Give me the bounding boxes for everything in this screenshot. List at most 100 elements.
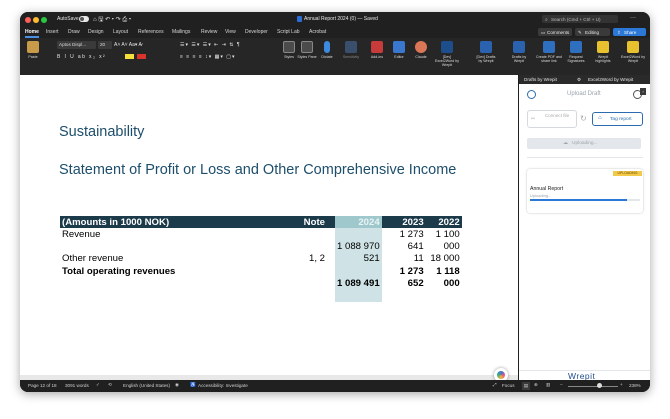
macro-record-icon[interactable]: ◉ xyxy=(175,382,179,388)
editing-button[interactable]: ✎ Editing xyxy=(575,28,610,36)
dev-excel2word-button[interactable]: [Dev] Excel2Word by Wrepit xyxy=(434,41,460,73)
page-count[interactable]: Page 12 of 18 xyxy=(28,383,57,388)
print-layout-view-icon[interactable]: ▤ xyxy=(522,382,530,390)
row-2023: 11 xyxy=(413,253,424,265)
collapse-pane-button[interactable]: › xyxy=(640,88,646,95)
cloud-upload-icon: ☁ xyxy=(563,141,568,146)
editor-button[interactable]: Editor xyxy=(389,41,409,73)
row-note xyxy=(276,265,335,277)
language-indicator[interactable]: English (United States) xyxy=(123,383,170,388)
tab-draw[interactable]: Draw xyxy=(68,29,80,35)
tab-developer[interactable]: Developer xyxy=(245,29,268,35)
read-mode-view-icon[interactable]: ▥ xyxy=(546,382,550,388)
font-size-select[interactable]: 20 xyxy=(98,41,112,49)
taskpane-tabbar: Drafts by Wrepit ⚙ Excel2Word by Wrepit xyxy=(519,75,650,84)
drafts-taskpane: Drafts by Wrepit ⚙ Excel2Word by Wrepit … xyxy=(519,75,650,381)
settings-icon[interactable]: ⚙ xyxy=(577,77,581,83)
uploading-button[interactable]: ☁ Uploading... xyxy=(527,138,641,149)
sensitivity-button[interactable]: Sensitivity xyxy=(338,41,364,73)
refresh-icon[interactable]: ↻ xyxy=(580,114,587,123)
word-count[interactable]: 3091 words xyxy=(65,383,89,388)
web-layout-view-icon[interactable]: ⊕ xyxy=(534,382,538,388)
styles-pane-label: Styles Pane xyxy=(297,55,317,59)
row-label: Revenue xyxy=(62,228,101,240)
paste-button[interactable]: Paste xyxy=(23,41,43,73)
toggle-knob xyxy=(80,17,84,21)
focus-button[interactable]: Focus xyxy=(502,383,515,388)
list-buttons[interactable]: ☰▾ ☰▾ ☰▾ ⇤ ⇥ ⇅ ¶ xyxy=(180,42,241,48)
create-pdf-button[interactable]: Create PDF and share link xyxy=(536,41,562,73)
request-signatures-button[interactable]: Request Signatures xyxy=(564,41,588,73)
track-changes-icon[interactable]: ⟲ xyxy=(108,382,112,388)
progress-fill xyxy=(530,199,627,201)
document-page[interactable]: Sustainability Statement of Profit or Lo… xyxy=(20,75,518,382)
tab-view[interactable]: View xyxy=(225,29,236,35)
wrepit-highlights-button[interactable]: Wrepit highlights xyxy=(592,41,614,73)
zoom-window-button[interactable] xyxy=(41,17,47,23)
claude-button[interactable]: Claude xyxy=(411,41,431,73)
comments-button[interactable]: ▭ Comments xyxy=(538,28,572,36)
font-color-icon[interactable] xyxy=(137,54,146,59)
drafts-button[interactable]: Drafts by Wrepit xyxy=(508,41,530,73)
more-icon[interactable]: ··· xyxy=(630,15,636,21)
autosave-toggle[interactable] xyxy=(79,16,89,22)
pencil-icon: ✎ xyxy=(578,29,582,35)
table-row-spacer xyxy=(60,289,462,303)
excel2word-button[interactable]: Excel2Word by Wrepit xyxy=(620,41,646,73)
connect-file-button[interactable]: ⚯ Connect file xyxy=(527,110,577,128)
zoom-in-button[interactable]: + xyxy=(620,382,623,387)
zoom-slider-track[interactable] xyxy=(568,385,618,387)
highlight-color-icon[interactable] xyxy=(125,54,134,59)
close-window-button[interactable] xyxy=(25,17,31,23)
accessibility-status[interactable]: Accessibility: Investigate xyxy=(198,383,248,388)
tab-review[interactable]: Review xyxy=(201,29,217,35)
link-icon: ⚯ xyxy=(531,116,535,121)
quick-access-icons[interactable]: ⌂ 🖫 ↶ ▾ ↷ ⎙ ▾ xyxy=(93,15,131,25)
tab-acrobat[interactable]: Acrobat xyxy=(309,29,326,35)
row-2024: 1 088 970 xyxy=(335,240,382,253)
row-2024: 521 xyxy=(335,252,382,266)
word-window: AutoSave ⌂ 🖫 ↶ ▾ ↷ ⎙ ▾ Annual Report 202… xyxy=(20,12,650,392)
dev-drafts-button[interactable]: [Dev] Drafts by Wrepit xyxy=(475,41,497,73)
tag-icon: ⌂ xyxy=(598,115,602,121)
styles-button[interactable]: Styles xyxy=(279,41,299,73)
drafts-label: Drafts by Wrepit xyxy=(511,55,527,63)
dictate-button[interactable]: Dictate xyxy=(317,41,337,73)
add-ins-button[interactable]: Add-ins xyxy=(367,41,387,73)
table-header-row: (Amounts in 1000 NOK) Note 2024 2023 202… xyxy=(60,216,462,228)
share-button[interactable]: ⇪ Share xyxy=(613,28,646,36)
proofing-icon[interactable]: ✓ xyxy=(96,382,100,388)
tab-references[interactable]: References xyxy=(138,29,164,35)
font-size-grow-shrink-icons[interactable]: A˄ A˅ Aa▾ A̷ xyxy=(114,42,142,48)
tab-insert[interactable]: Insert xyxy=(46,29,59,35)
clipboard-icon xyxy=(27,41,39,53)
taskpane-tab-drafts[interactable]: Drafts by Wrepit xyxy=(524,77,557,82)
heading-sustainability: Sustainability xyxy=(59,124,145,140)
font-format-buttons[interactable]: B I U ab x₂ x² xyxy=(57,54,106,60)
spacer-cell xyxy=(382,290,426,302)
taskpane-tab-excel2word[interactable]: Excel2Word by Wrepit xyxy=(588,77,633,82)
report-card[interactable]: UPLOADING Annual Report Uploading... xyxy=(527,169,643,213)
tab-script-lab[interactable]: Script Lab xyxy=(277,29,300,35)
styles-pane-button[interactable]: Styles Pane xyxy=(297,41,317,73)
zoom-out-button[interactable]: − xyxy=(560,382,563,387)
tab-home[interactable]: Home xyxy=(25,29,39,35)
tag-report-button[interactable]: ⌂ Tag report xyxy=(592,112,643,126)
zoom-slider-knob[interactable] xyxy=(597,383,602,388)
spacer-cell xyxy=(426,290,462,302)
tab-mailings[interactable]: Mailings xyxy=(172,29,190,35)
status-badge: UPLOADING xyxy=(613,171,642,176)
wrepit-w-icon xyxy=(441,41,453,53)
row-2024 xyxy=(335,228,382,241)
zoom-level[interactable]: 238% xyxy=(629,383,641,388)
font-name-select[interactable]: Aptos Displ... xyxy=(57,41,96,49)
minimize-window-button[interactable] xyxy=(33,17,39,23)
alignment-buttons[interactable]: ≡ ≡ ≡ ≡ ↕▾ ▦▾ ▢▾ xyxy=(180,54,235,60)
tab-layout[interactable]: Layout xyxy=(113,29,128,35)
search-box[interactable]: ⌕ Search (Cmd + Ctrl + U) xyxy=(542,15,618,23)
pdf-icon xyxy=(543,41,555,53)
user-icon[interactable] xyxy=(527,90,536,99)
accessibility-icon: ♿ xyxy=(190,382,196,387)
row-2022: 1 100 xyxy=(435,228,460,240)
tab-design[interactable]: Design xyxy=(88,29,104,35)
